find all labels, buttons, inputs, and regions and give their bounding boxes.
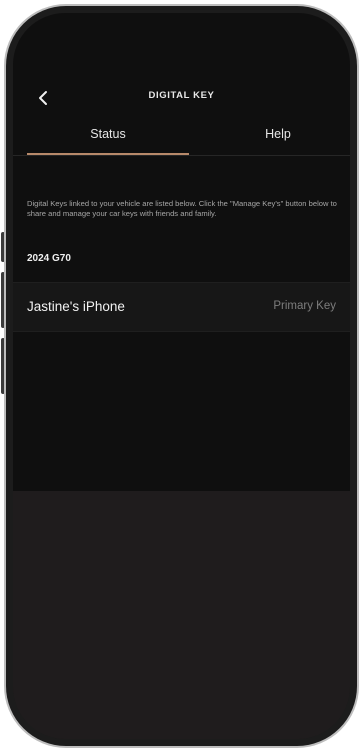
lower-panel [13,491,350,739]
digital-key-page: DIGITAL KEY Status Help Digital Keys lin… [13,13,350,491]
key-type-label: Primary Key [273,300,336,312]
vehicle-name: 2024 G70 [27,253,71,264]
page-title: DIGITAL KEY [148,90,215,101]
phone-mockup: DIGITAL KEY Status Help Digital Keys lin… [0,0,363,752]
phone-frame: DIGITAL KEY Status Help Digital Keys lin… [4,4,359,748]
tab-bar: Status Help [13,123,350,161]
active-tab-indicator [27,153,189,155]
screen: DIGITAL KEY Status Help Digital Keys lin… [13,13,350,739]
phone-bezel: DIGITAL KEY Status Help Digital Keys lin… [6,6,357,746]
key-device-name: Jastine's iPhone [27,299,125,314]
info-text: Digital Keys linked to your vehicle are … [27,199,337,218]
key-list-item[interactable]: Jastine's iPhone Primary Key [13,282,350,332]
tab-divider [13,155,350,156]
top-bar: DIGITAL KEY [13,83,350,113]
